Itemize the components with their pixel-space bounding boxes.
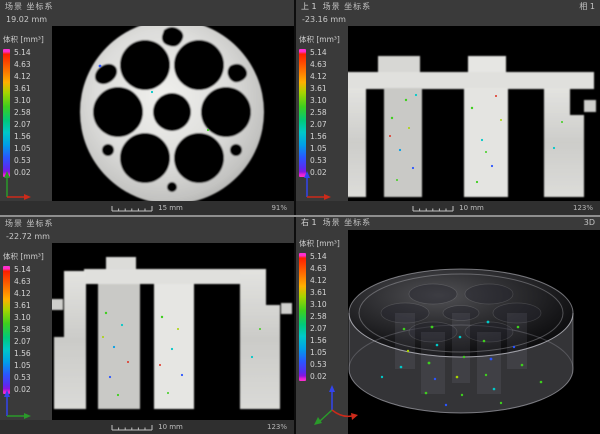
colorbar-tick: 5.14 xyxy=(310,49,327,57)
viewport-top-slice[interactable]: 场景 坐标系 19.02 mm 体积 [mm³] 5.14 4.63 4.12 3.6… xyxy=(0,0,294,215)
colorbar-title: 体积 [mm³] xyxy=(299,238,348,249)
colorbar-tick: 2.07 xyxy=(14,121,31,129)
colorbar-tick: 0.53 xyxy=(310,361,327,369)
colorbar-tick: 4.63 xyxy=(14,61,31,69)
scale-ruler: 15 mm xyxy=(111,204,183,212)
colorbar-tick: 4.63 xyxy=(14,278,31,286)
axis-indicator xyxy=(299,168,331,202)
volume-colorbar[interactable] xyxy=(299,253,306,381)
axis-indicator xyxy=(1,387,33,421)
viewport-header: 上 1 场景 坐标系 相 1 -23.16 mm xyxy=(296,0,600,26)
colorbar-tick: 1.05 xyxy=(14,145,31,153)
slice-position-value: 19.02 mm xyxy=(5,15,289,25)
viewport-header: 右 1 场景 坐标系 3D xyxy=(296,217,600,230)
colorbar-tick: 3.61 xyxy=(310,85,327,93)
colorbar-title: 体积 [mm³] xyxy=(299,34,348,45)
viewport-header: 场景 坐标系 -22.72 mm xyxy=(0,217,294,243)
colorbar-ticks: 5.14 4.63 4.12 3.61 3.10 2.58 2.07 1.56 1.05 0.53… xyxy=(14,266,31,394)
coordinate-system-label: 场景 坐标系 xyxy=(323,2,372,12)
colorbar-tick: 4.63 xyxy=(310,265,327,273)
colorbar-tick: 3.10 xyxy=(14,314,31,322)
ruler-label: 10 mm xyxy=(459,204,484,212)
colorbar-tick: 2.58 xyxy=(310,109,327,117)
colorbar-tick: 3.10 xyxy=(310,97,327,105)
colorbar-tick: 3.61 xyxy=(310,289,327,297)
colorbar-tick: 3.10 xyxy=(310,301,327,309)
ct-analysis-window: 场景 坐标系 19.02 mm 体积 [mm³] 5.14 4.63 4.12 3.6… xyxy=(0,0,600,434)
ruler-label: 15 mm xyxy=(158,204,183,212)
colorbar-tick: 5.14 xyxy=(14,49,31,57)
colorbar-ticks: 5.14 4.63 4.12 3.61 3.10 2.58 2.07 1.56 1.05 0.53… xyxy=(310,49,327,177)
zoom-percentage: 123% xyxy=(573,204,593,212)
colorbar-tick: 5.14 xyxy=(14,266,31,274)
volume-colorbar[interactable] xyxy=(3,266,10,394)
colorbar-tick: 0.02 xyxy=(310,373,327,381)
volume-colorbar[interactable] xyxy=(299,49,306,177)
colorbar-ticks: 5.14 4.63 4.12 3.61 3.10 2.58 2.07 1.56 1.05 0.53… xyxy=(14,49,31,177)
scale-ruler: 10 mm xyxy=(111,423,183,431)
colorbar-tick: 2.58 xyxy=(310,313,327,321)
view-mode-label: 3D xyxy=(584,218,595,228)
viewport-front-slice[interactable]: 上 1 场景 坐标系 相 1 -23.16 mm 体积 [mm³] 5.14 4.… xyxy=(296,0,600,215)
coordinate-system-label: 场景 坐标系 xyxy=(323,218,372,228)
colorbar-tick: 4.12 xyxy=(310,73,327,81)
colorbar-tick: 1.56 xyxy=(310,133,327,141)
view-tab-label[interactable]: 右 1 xyxy=(301,218,317,228)
colorbar-tick: 2.58 xyxy=(14,109,31,117)
viewport-divider-horizontal[interactable] xyxy=(0,215,600,217)
ruler-icon xyxy=(111,204,155,212)
colorbar-tick: 1.56 xyxy=(14,350,31,358)
colorbar-tick: 0.53 xyxy=(14,157,31,165)
volume-colorbar[interactable] xyxy=(3,49,10,177)
coordinate-system-label: 场景 坐标系 xyxy=(5,2,54,12)
colorbar-title: 体积 [mm³] xyxy=(3,34,52,45)
viewport-header: 场景 坐标系 19.02 mm xyxy=(0,0,294,26)
colorbar-tick: 1.05 xyxy=(14,362,31,370)
colorbar-tick: 1.05 xyxy=(310,145,327,153)
colorbar-tick: 4.12 xyxy=(14,73,31,81)
colorbar-tick: 4.12 xyxy=(310,277,327,285)
coordinate-system-label: 场景 坐标系 xyxy=(5,219,54,229)
zoom-percentage: 123% xyxy=(267,423,287,431)
viewport-side-slice[interactable]: 场景 坐标系 -22.72 mm 体积 [mm³] 5.14 4.63 4.12 3.… xyxy=(0,217,294,434)
colorbar-tick: 2.58 xyxy=(14,326,31,334)
colorbar-tick: 2.07 xyxy=(310,121,327,129)
colorbar-tick: 4.63 xyxy=(310,61,327,69)
colorbar-tick: 0.53 xyxy=(310,157,327,165)
colorbar-tick: 2.07 xyxy=(310,325,327,333)
colorbar-ticks: 5.14 4.63 4.12 3.61 3.10 2.58 2.07 1.56 1.05 0.53… xyxy=(310,253,327,381)
colorbar-tick: 1.05 xyxy=(310,349,327,357)
view-tab-label[interactable]: 上 1 xyxy=(301,2,317,12)
slice-position-value: -22.72 mm xyxy=(5,232,289,242)
ruler-label: 10 mm xyxy=(158,423,183,431)
colorbar-tick: 4.12 xyxy=(14,290,31,298)
colorbar-tick: 1.56 xyxy=(14,133,31,141)
colorbar-tick: 3.10 xyxy=(14,97,31,105)
ruler-icon xyxy=(111,423,155,431)
axis-indicator xyxy=(1,168,33,202)
scale-ruler: 10 mm xyxy=(412,204,484,212)
colorbar-title: 体积 [mm³] xyxy=(3,251,52,262)
slice-position-value: -23.16 mm xyxy=(301,15,595,25)
colorbar-tick: 1.56 xyxy=(310,337,327,345)
axis-indicator-3d xyxy=(310,382,362,428)
colorbar-tick: 3.61 xyxy=(14,302,31,310)
viewport-statusbar: 10 mm 123% xyxy=(0,420,294,434)
viewport-statusbar: 15 mm 91% xyxy=(0,201,294,215)
colorbar-tick: 3.61 xyxy=(14,85,31,93)
viewport-3d[interactable]: 右 1 场景 坐标系 3D 体积 [mm³] 5.14 4.63 4.12 3.61 3… xyxy=(296,217,600,434)
viewport-statusbar: 10 mm 123% xyxy=(296,201,600,215)
colorbar-tick: 0.53 xyxy=(14,374,31,382)
colorbar-tick: 5.14 xyxy=(310,253,327,261)
camera-label: 相 1 xyxy=(579,2,595,12)
zoom-percentage: 91% xyxy=(271,204,287,212)
viewport-divider-vertical xyxy=(294,0,296,434)
ruler-icon xyxy=(412,204,456,212)
colorbar-tick: 2.07 xyxy=(14,338,31,346)
